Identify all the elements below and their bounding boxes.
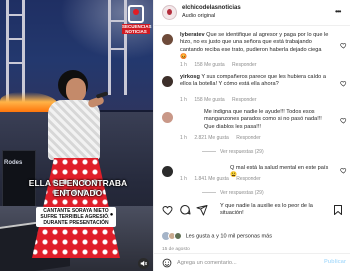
comment-input[interactable] <box>177 257 317 269</box>
view-replies-label[interactable]: Ver respuestas (29) <box>220 149 264 155</box>
comment-likes[interactable]: 2.821 Me gusta <box>194 135 228 141</box>
media-subcaption: CANTANTE SORAYA NIETO SUFRE TERRIBLE AGR… <box>36 207 116 227</box>
comment-text: Y que nadie la auxilie es lo peor de la … <box>220 203 313 217</box>
singer-face <box>66 78 86 102</box>
stage-truss <box>108 48 127 50</box>
comment-body: yirkosg Y sus compañeros parece que les … <box>180 74 330 89</box>
heart-icon[interactable] <box>340 42 347 49</box>
comment-body: lyberatev Que se identifique al agresor … <box>180 32 330 62</box>
author-avatar[interactable] <box>162 5 177 20</box>
heart-icon[interactable] <box>340 117 347 124</box>
singer-shirt <box>48 100 100 160</box>
comment-emoji: 😡 <box>180 54 187 61</box>
audio-icon[interactable] <box>138 258 149 269</box>
comment-likes[interactable]: 158 Me gusta <box>194 97 224 103</box>
post-media[interactable]: Rodes ELLA SE ENCONTRABA ENTONADO CANTAN… <box>0 0 153 271</box>
speaker-brand: Rodes <box>4 160 23 166</box>
more-icon[interactable]: ••• <box>335 7 341 16</box>
add-comment-bar: Publicar <box>154 253 350 271</box>
media-caption: ELLA SE ENCONTRABA ENTONADO <box>28 178 128 198</box>
heart-icon[interactable] <box>162 204 174 216</box>
comment-body: Me indigna que nadie le ayude!!! Todos e… <box>204 109 332 131</box>
replies-divider <box>202 151 216 153</box>
comment-text: Y sus compañeros parece que les hubiera … <box>180 74 326 88</box>
comment-meta: 1 h 158 Me gusta Responder <box>180 97 263 103</box>
comment-text: Me indigna que nadie le ayude!!! Todos e… <box>204 109 322 130</box>
likes-prefix: Les gusta a <box>185 233 215 240</box>
news-logo: SECUENCIAS NOTICIAS <box>122 5 152 37</box>
replies-divider <box>202 192 216 194</box>
comment-likes[interactable]: 158 Me gusta <box>194 62 224 68</box>
reply-button[interactable]: Responder <box>232 62 256 68</box>
likes-summary[interactable]: Les gusta a y 10 mil personas más <box>162 232 272 240</box>
comment-username[interactable]: yirkosg <box>180 74 200 80</box>
comment-time: 1 h <box>180 135 187 141</box>
post-date[interactable]: 15 de agosto <box>162 247 190 252</box>
comment-body: Y que nadie la auxilie es lo peor de la … <box>220 203 338 218</box>
reply-button[interactable]: Responder <box>232 97 256 103</box>
view-replies-label[interactable]: Ver respuestas (29) <box>220 190 264 196</box>
author-username[interactable]: elchicodelasnoticias <box>182 5 241 11</box>
reply-button[interactable]: Responder <box>236 176 260 182</box>
commenter-avatar[interactable] <box>162 76 173 87</box>
comment-meta: 1 h 2.821 Me gusta Responder <box>180 135 267 141</box>
emoji-icon[interactable] <box>162 258 172 268</box>
comment-username[interactable]: lyberatev <box>180 32 205 38</box>
commenter-avatar[interactable] <box>162 112 173 123</box>
comment-icon[interactable] <box>179 204 191 216</box>
commenter-avatar[interactable] <box>162 166 173 177</box>
audio-link[interactable]: Audio original <box>182 13 215 19</box>
heart-icon[interactable] <box>340 80 347 87</box>
news-logo-text: SECUENCIAS NOTICIAS <box>122 24 152 34</box>
comment-likes[interactable]: 1.841 Me gusta <box>194 176 228 182</box>
view-replies-button[interactable]: Ver respuestas (29) <box>202 190 264 196</box>
heart-icon[interactable] <box>340 167 347 174</box>
likes-suffix[interactable]: y 10 mil personas más <box>216 233 272 239</box>
reply-button[interactable]: Responder <box>236 135 260 141</box>
commenter-avatar[interactable] <box>162 34 173 45</box>
comment-meta: 1 h 1.841 Me gusta Responder <box>180 176 267 182</box>
comment-time: 1 h <box>180 97 187 103</box>
phone-icon <box>128 5 144 23</box>
comment-text: Q mal está la salud mental en este país <box>230 165 329 171</box>
stage-truss <box>6 62 25 64</box>
comment-time: 1 h <box>180 62 187 68</box>
post-panel: elchicodelasnoticias Audio original ••• … <box>153 0 350 271</box>
stage-truss <box>6 14 25 16</box>
view-replies-button[interactable]: Ver respuestas (29) <box>202 149 264 155</box>
tag-icon[interactable]: ● <box>108 212 115 219</box>
stage-truss <box>6 38 25 40</box>
publish-button[interactable]: Publicar <box>324 259 346 265</box>
comment-meta: 1 h 158 Me gusta Responder <box>180 62 263 68</box>
share-icon[interactable] <box>196 204 208 216</box>
comment-time: 1 h <box>180 176 187 182</box>
post-header: elchicodelasnoticias Audio original ••• <box>154 0 350 26</box>
liker-avatar <box>174 232 182 240</box>
